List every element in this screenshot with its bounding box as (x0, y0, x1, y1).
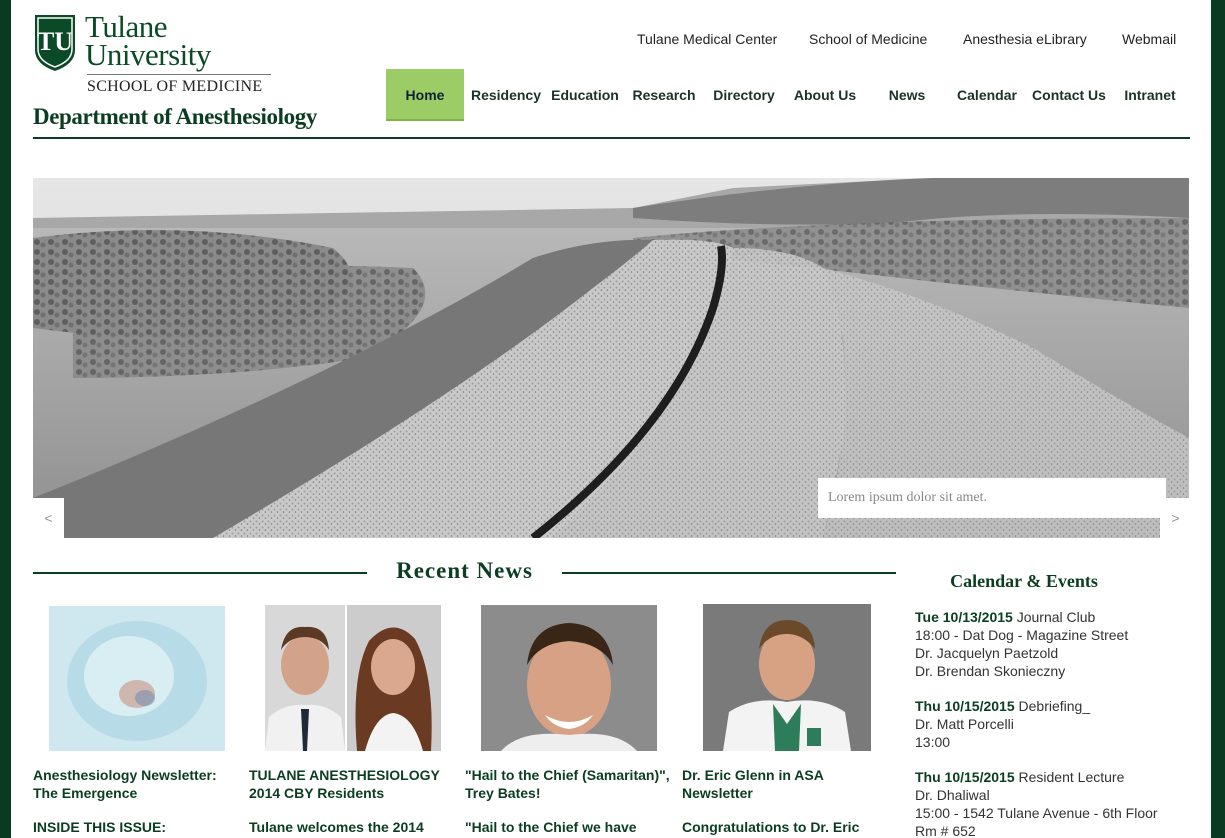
event-name[interactable]: Resident Lecture (1019, 769, 1125, 785)
svg-text:TU: TU (37, 27, 73, 56)
utility-link-webmail[interactable]: Webmail (1122, 31, 1176, 47)
hero-slider[interactable]: Lorem ipsum dolor sit amet. (33, 178, 1189, 538)
news-teaser: "Hail to the Chief we have (465, 819, 637, 835)
event-detail: Dr. Brendan Skonieczny (915, 663, 1066, 679)
event-date: Tue 10/13/2015 (915, 609, 1013, 625)
news-headline[interactable]: Dr. Eric Glenn in ASA Newsletter (682, 766, 890, 802)
header-divider (33, 137, 1190, 139)
logo-divider (87, 74, 271, 75)
slider-prev-button[interactable]: < (33, 498, 64, 538)
utility-link-school-of-medicine[interactable]: School of Medicine (809, 31, 927, 47)
event-detail: 18:00 - Dat Dog - Magazine Street (915, 627, 1129, 643)
utility-link-elibrary[interactable]: Anesthesia eLibrary (963, 31, 1087, 47)
news-headline[interactable]: "Hail to the Chief (Samaritan)", Trey Ba… (465, 766, 673, 802)
calendar-event[interactable]: Tue 10/13/2015 Journal Club 18:00 - Dat … (915, 608, 1205, 680)
page: TU Tulane University SCHOOL OF MEDICINE … (11, 0, 1211, 838)
event-date: Thu 10/15/2015 (915, 769, 1015, 785)
event-detail: 13:00 (915, 734, 951, 750)
logo-school-text: SCHOOL OF MEDICINE (87, 78, 263, 95)
news-rule-right (562, 572, 896, 574)
event-detail: Dr. Jacquelyn Paetzold (915, 645, 1059, 661)
news-rule-left (33, 572, 367, 574)
news-teaser: INSIDE THIS ISSUE: (33, 819, 167, 835)
nav-research[interactable]: Research (626, 69, 702, 121)
trey-bates-photo-image[interactable] (481, 605, 657, 751)
department-title[interactable]: Department of Anesthesiology (33, 104, 317, 130)
newsletter-thumbnail-image[interactable] (49, 606, 225, 751)
news-headline[interactable]: Anesthesiology Newsletter: The Emergence (33, 766, 241, 802)
event-detail: Dr. Dhaliwal (915, 787, 990, 803)
nav-residency[interactable]: Residency (468, 69, 544, 121)
calendar-event[interactable]: Thu 10/15/2015 Debriefing_ Dr. Matt Porc… (915, 697, 1205, 751)
hero-caption: Lorem ipsum dolor sit amet. (818, 478, 1166, 518)
site-logo[interactable]: TU Tulane University SCHOOL OF MEDICINE … (33, 11, 373, 132)
news-teaser: Tulane welcomes the 2014 (249, 819, 424, 835)
event-name[interactable]: Debriefing_ (1019, 698, 1091, 714)
calendar-event[interactable]: Thu 10/15/2015 Resident Lecture Dr. Dhal… (915, 768, 1205, 838)
nav-calendar[interactable]: Calendar (949, 69, 1025, 121)
nav-about-us[interactable]: About Us (787, 69, 863, 121)
nav-directory[interactable]: Directory (706, 69, 782, 121)
nav-contact-us[interactable]: Contact Us (1029, 69, 1109, 121)
event-detail: Rm # 652 (915, 823, 976, 838)
nav-education[interactable]: Education (547, 69, 623, 121)
event-detail: 15:00 - 1542 Tulane Avenue - 6th Floor (915, 805, 1158, 821)
nav-news[interactable]: News (869, 69, 945, 121)
nav-intranet[interactable]: Intranet (1112, 69, 1188, 121)
recent-news-title: Recent News (396, 558, 533, 583)
residents-photo-image[interactable] (265, 605, 441, 751)
slider-next-button[interactable]: > (1160, 498, 1191, 538)
event-date: Thu 10/15/2015 (915, 698, 1015, 714)
nav-home[interactable]: Home (386, 69, 464, 121)
calendar-title: Calendar & Events (950, 571, 1098, 591)
utility-link-medical-center[interactable]: Tulane Medical Center (637, 31, 777, 47)
event-name[interactable]: Journal Club (1017, 609, 1096, 625)
tulane-shield-icon: TU (35, 15, 75, 71)
news-headline[interactable]: TULANE ANESTHESIOLOGY 2014 CBY Residents (249, 766, 457, 802)
news-teaser: Congratulations to Dr. Eric (682, 819, 860, 835)
eric-glenn-photo-image[interactable] (703, 604, 871, 751)
event-detail: Dr. Matt Porcelli (915, 716, 1014, 732)
logo-university-text: University (85, 37, 211, 72)
